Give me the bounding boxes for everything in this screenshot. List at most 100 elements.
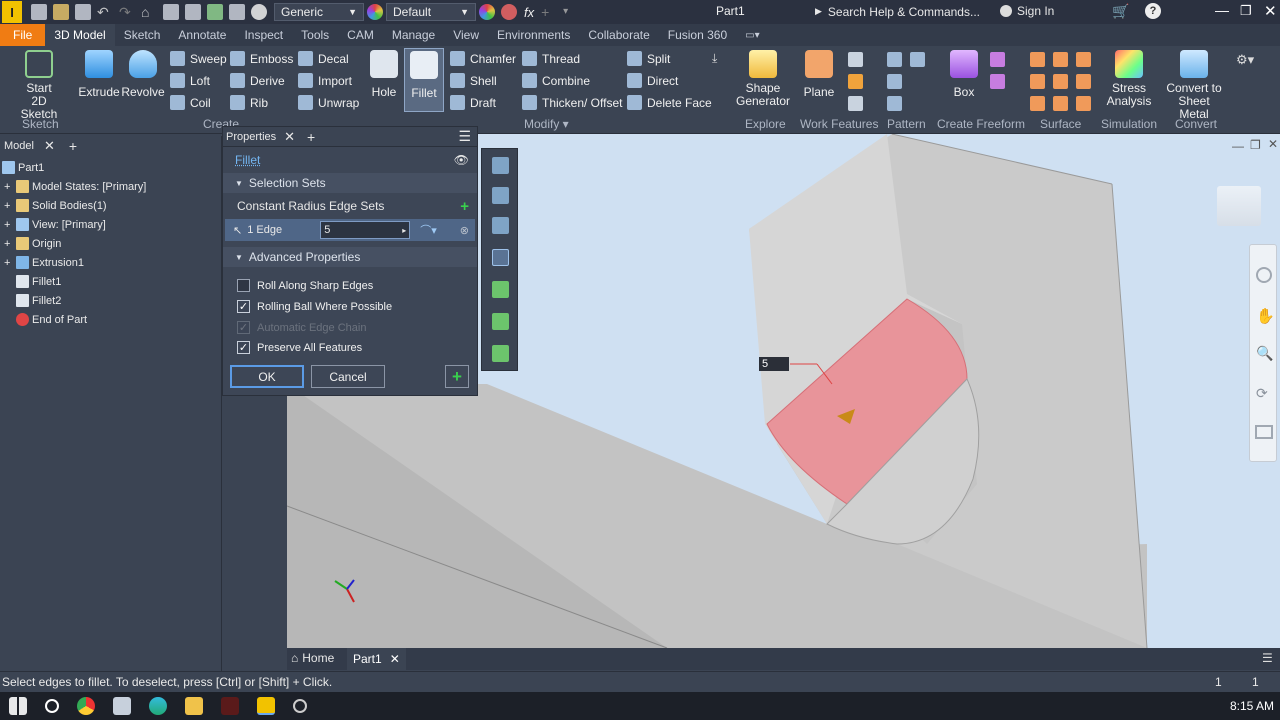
radius-dropdown-icon[interactable]: ▸ [402,226,406,235]
replace-face-icon[interactable] [1076,74,1091,89]
redo-icon[interactable]: ↷ [119,4,135,20]
cart-icon[interactable]: 🛒 [1112,3,1129,20]
fillet-button[interactable]: Fillet [404,48,444,112]
chrome-icon[interactable] [77,697,95,715]
extrude-button[interactable]: Extrude [78,50,120,99]
viewport-close-icon[interactable]: ✕ [1268,137,1278,151]
thicken-offset-button[interactable]: Thicken/ Offset [522,95,622,110]
tree-item-fillet1[interactable]: Fillet1 [16,272,61,291]
fx-parameters-button[interactable]: fx [524,5,534,20]
help-icon[interactable]: ? [1145,3,1161,19]
select-icon[interactable] [185,4,201,20]
thread-button[interactable]: Thread [522,51,580,66]
ribbon-settings-icon[interactable]: ⚙▾ [1236,52,1254,68]
tab-fusion-360[interactable]: Fusion 360 [659,24,736,46]
tree-item-model-states[interactable]: + Model States: [Primary] [4,177,146,196]
sweep-button[interactable]: Sweep [170,51,227,66]
orbit-icon[interactable]: ⟳ [1256,385,1268,402]
clock-app-icon[interactable] [293,699,307,713]
extend-icon[interactable] [1053,74,1068,89]
freeform-plane-icon[interactable] [990,52,1005,67]
restore-icon[interactable]: ❐ [1240,3,1252,19]
start-2d-sketch-button[interactable]: Start 2D Sketch [12,50,66,121]
close-icon[interactable]: ✕ [390,652,400,666]
stitch-icon[interactable] [1030,52,1045,67]
clear-icon[interactable] [251,4,267,20]
tab-part1[interactable]: Part1 ✕ [347,648,406,670]
tab-annotate[interactable]: Annotate [169,24,235,46]
undo-icon[interactable]: ↶ [97,4,113,20]
add-icon[interactable]: + [541,4,557,20]
material-dropdown[interactable]: Default ▼ [386,3,476,21]
windows-start-icon[interactable] [9,697,27,715]
edge-fillet-icon[interactable] [492,157,509,174]
checkbox[interactable]: ✓ [237,300,250,313]
rib-button[interactable]: Rib [230,95,268,110]
tab-menu-icon[interactable]: ☰ [1262,651,1273,665]
patch-icon[interactable] [1076,52,1091,67]
search-box[interactable]: ▶ Search Help & Commands... [815,2,995,21]
point-icon[interactable] [848,74,863,89]
feature-name-field[interactable]: Fillet [235,153,260,167]
setback-fillet-icon[interactable] [492,217,509,234]
pan-icon[interactable]: ✋ [1256,307,1275,325]
unwrap-button[interactable]: Unwrap [298,95,359,110]
shape-generator-button[interactable]: Shape Generator [736,50,790,108]
option-roll-along-sharp-edges[interactable]: Roll Along Sharp Edges [237,279,373,292]
menu-icon[interactable]: ☰ [458,128,471,145]
steering-wheel-icon[interactable] [1256,267,1272,283]
tab-environments[interactable]: Environments [488,24,579,46]
tree-item-part1[interactable]: Part1 [2,158,44,177]
remove-edge-icon[interactable]: ⊗ [460,224,469,237]
tab-cam[interactable]: CAM [338,24,383,46]
fillet-type-dropdown[interactable]: ⌒▾ [420,222,437,238]
ok-button[interactable]: OK [230,365,304,388]
appearance-icon[interactable] [479,4,495,20]
radius-input[interactable]: 5 ▸ [320,221,411,239]
ribbon-options-icon[interactable]: ▭▾ [736,24,768,46]
tab-inspect[interactable]: Inspect [235,24,292,46]
tab-model[interactable]: Model [4,140,34,152]
app-icon[interactable] [113,697,131,715]
close-icon[interactable]: ✕ [284,129,295,145]
sculpt-icon[interactable] [1053,52,1068,67]
tab-properties[interactable]: Properties [226,131,276,143]
repair-bodies-icon[interactable] [1030,96,1045,111]
rectangular-pattern-icon[interactable] [887,52,902,67]
edge-browser-icon[interactable] [149,697,167,715]
home-icon[interactable]: ⌂ [141,4,157,20]
update-icon[interactable] [163,4,179,20]
tree-item-fillet2[interactable]: Fillet2 [16,291,61,310]
combine-button[interactable]: Combine [522,73,590,88]
new-file-icon[interactable] [31,4,47,20]
freeform-cylinder-icon[interactable] [990,74,1005,89]
fit-mesh-icon[interactable] [1053,96,1068,111]
plane-button[interactable]: Plane [800,50,838,99]
ucs-icon[interactable] [848,96,863,111]
dimension-input[interactable]: 5 [759,357,789,371]
import-button[interactable]: Import [298,73,352,88]
edge-set-row[interactable]: ↖ 1 Edge 5 ▸ ⌒▾ ⊗ [225,219,475,241]
tab-manage[interactable]: Manage [383,24,444,46]
tab-tools[interactable]: Tools [292,24,338,46]
split-button[interactable]: Split [627,51,670,66]
zoom-icon[interactable]: 🔍 [1256,345,1273,362]
emboss-button[interactable]: Emboss [230,51,293,66]
checkbox[interactable] [237,279,250,292]
loft-button[interactable]: Loft [170,73,210,88]
group-label-modify[interactable]: Modify ▾ [524,117,569,131]
tree-item-solid-bodies[interactable]: + Solid Bodies(1) [4,196,107,215]
stress-analysis-button[interactable]: Stress Analysis [1104,50,1154,108]
properties-icon[interactable] [229,4,245,20]
appearance-dropdown[interactable]: Generic ▼ [274,3,364,21]
viewport-restore-icon[interactable]: ❐ [1250,138,1261,152]
add-edge-set-icon[interactable]: + [460,198,469,215]
edge-select-icon[interactable] [492,249,509,266]
derive-button[interactable]: Derive [230,73,285,88]
expand-icon[interactable]: + [4,257,16,269]
tree-item-end-of-part[interactable]: End of Part [16,310,87,329]
expand-icon[interactable]: + [4,219,16,231]
feature-select-icon[interactable] [492,313,509,330]
close-icon[interactable]: ✕ [44,138,55,154]
cancel-button[interactable]: Cancel [311,365,385,388]
